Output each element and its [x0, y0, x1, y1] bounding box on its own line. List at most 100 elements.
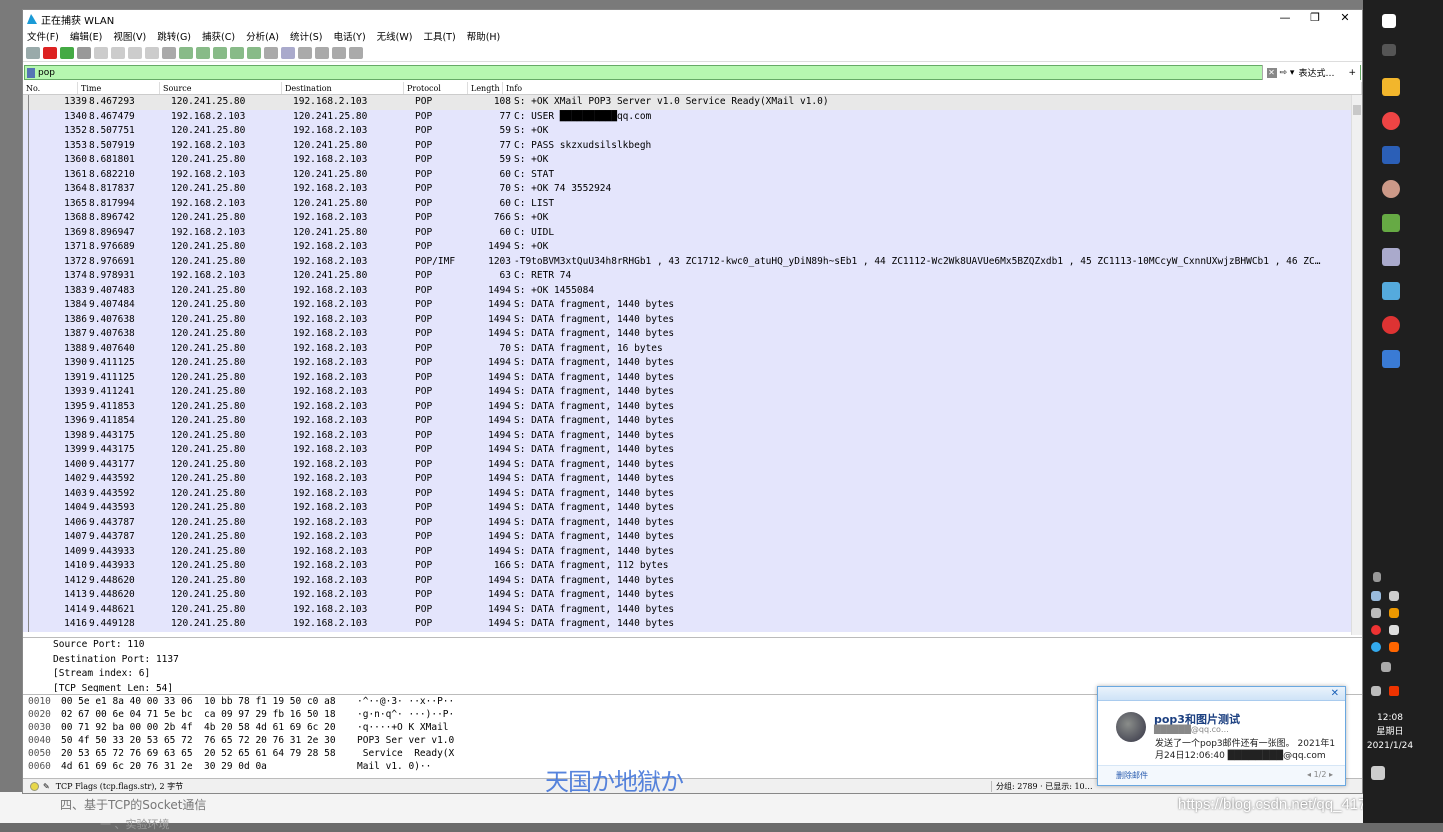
menu-tools[interactable]: 工具(T) [423, 29, 455, 43]
mail-notification[interactable]: ✕ pop3和图片测试 ██████@qq.co… 发送了一个pop3邮件还有一… [1097, 686, 1346, 786]
clock-time[interactable]: 12:08 [1363, 712, 1417, 725]
tray-plus-icon[interactable] [1371, 686, 1381, 696]
menu-statistics[interactable]: 统计(S) [290, 29, 322, 43]
hex-ascii[interactable]: ·^··@·3· ··x··P·· [357, 695, 477, 708]
packet-row[interactable]: 1393 9.411241 120.241.25.80 192.168.2.103 PO… [23, 385, 1362, 400]
col-length[interactable]: Length [468, 82, 503, 94]
zoom-in-icon[interactable] [298, 46, 312, 59]
colorize-icon[interactable] [281, 46, 295, 59]
notification-body[interactable]: 发送了一个pop3邮件还有一张图。 2021年1月24日12:06:40 ███… [1155, 738, 1340, 762]
display-filter-bar[interactable]: pop ✕ ⇨ ▾ 表达式… + [24, 65, 1361, 80]
hex-bytes[interactable]: 4d 61 69 6c 20 76 31 2e 30 29 0d 0a [61, 760, 357, 773]
tray-sogou-icon[interactable] [1389, 686, 1399, 696]
detail-line[interactable]: Destination Port: 1137 [23, 653, 1362, 668]
detail-line[interactable]: Source Port: 110 [23, 638, 1362, 653]
packet-row[interactable]: 1388 9.407640 120.241.25.80 192.168.2.103 PO… [23, 341, 1362, 356]
tray-volume-icon[interactable] [1389, 625, 1399, 635]
clear-filter-icon[interactable]: ✕ [1266, 67, 1277, 78]
zoom-out-icon[interactable] [315, 46, 329, 59]
chrome-icon[interactable] [1382, 112, 1400, 130]
normal-size-icon[interactable] [332, 46, 346, 59]
hex-ascii[interactable]: Service Ready(X [357, 747, 477, 760]
scroll-thumb[interactable] [1353, 105, 1361, 115]
packet-row[interactable]: 1371 8.976689 120.241.25.80 192.168.2.103 PO… [23, 240, 1362, 255]
hex-ascii[interactable]: ·g·n·q^· ···)··P· [357, 708, 477, 721]
tray-battery-icon[interactable] [1389, 591, 1399, 601]
tray-pen-icon[interactable] [1381, 662, 1391, 672]
packet-list-scrollbar[interactable] [1351, 95, 1362, 635]
start-capture-icon[interactable] [26, 46, 40, 59]
stop-capture-icon[interactable] [43, 46, 57, 59]
packet-row[interactable]: 1402 9.443592 120.241.25.80 192.168.2.103 PO… [23, 472, 1362, 487]
packet-row[interactable]: 1412 9.448620 120.241.25.80 192.168.2.103 PO… [23, 573, 1362, 588]
col-destination[interactable]: Destination [282, 82, 404, 94]
packet-row[interactable]: 1339 8.467293 120.241.25.80 192.168.2.103 PO… [23, 95, 1362, 110]
menu-telephony[interactable]: 电话(Y) [333, 29, 365, 43]
word-icon[interactable] [1382, 146, 1400, 164]
hex-bytes[interactable]: 00 71 92 ba 00 00 2b 4f 4b 20 58 4d 61 6… [61, 721, 357, 734]
find-packet-icon[interactable] [162, 46, 176, 59]
menu-analyze[interactable]: 分析(A) [246, 29, 279, 43]
app-notebook-icon[interactable] [1382, 282, 1400, 300]
packet-row[interactable]: 1390 9.411125 120.241.25.80 192.168.2.103 PO… [23, 356, 1362, 371]
col-time[interactable]: Time [78, 82, 160, 94]
add-filter-button[interactable]: + [1348, 68, 1356, 78]
tray-search-icon[interactable] [1389, 642, 1399, 652]
tray-weibo-icon[interactable] [1371, 625, 1381, 635]
packet-row[interactable]: 1398 9.443175 120.241.25.80 192.168.2.103 PO… [23, 428, 1362, 443]
packet-row[interactable]: 1395 9.411853 120.241.25.80 192.168.2.103 PO… [23, 399, 1362, 414]
hex-bytes[interactable]: 00 5e e1 8a 40 00 33 06 10 bb 78 f1 19 5… [61, 695, 357, 708]
col-source[interactable]: Source [160, 82, 282, 94]
hex-bytes[interactable]: 02 67 00 6e 04 71 5e bc ca 09 97 29 fb 1… [61, 708, 357, 721]
packet-row[interactable]: 1360 8.681801 120.241.25.80 192.168.2.103 PO… [23, 153, 1362, 168]
notification-close-button[interactable]: ✕ [1331, 688, 1339, 699]
menu-edit[interactable]: 编辑(E) [70, 29, 102, 43]
packet-row[interactable]: 1399 9.443175 120.241.25.80 192.168.2.103 PO… [23, 443, 1362, 458]
packet-row[interactable]: 1383 9.407483 120.241.25.80 192.168.2.103 PO… [23, 283, 1362, 298]
app-monitor-icon[interactable] [1382, 248, 1400, 266]
notification-center-icon[interactable] [1371, 766, 1385, 780]
save-file-icon[interactable] [111, 46, 125, 59]
packet-row[interactable]: 1404 9.443593 120.241.25.80 192.168.2.103 PO… [23, 501, 1362, 516]
packet-row[interactable]: 1352 8.507751 120.241.25.80 192.168.2.103 PO… [23, 124, 1362, 139]
delete-mail-link[interactable]: 删除邮件 [1116, 770, 1148, 781]
packet-row[interactable]: 1409 9.443933 120.241.25.80 192.168.2.103 PO… [23, 544, 1362, 559]
packet-row[interactable]: 1386 9.407638 120.241.25.80 192.168.2.103 PO… [23, 312, 1362, 327]
col-no[interactable]: No. [23, 82, 78, 94]
bookmark-icon[interactable] [27, 67, 35, 78]
file-explorer-icon[interactable] [1382, 78, 1400, 96]
packet-row[interactable]: 1414 9.448621 120.241.25.80 192.168.2.103 PO… [23, 602, 1362, 617]
packet-row[interactable]: 1396 9.411854 120.241.25.80 192.168.2.103 PO… [23, 414, 1362, 429]
capture-options-icon[interactable] [77, 46, 91, 59]
menu-help[interactable]: 帮助(H) [467, 29, 501, 43]
restart-capture-icon[interactable] [60, 46, 74, 59]
start-windows-icon[interactable] [1382, 14, 1396, 28]
packet-row[interactable]: 1374 8.978931 192.168.2.103 120.241.25.80 PO… [23, 269, 1362, 284]
tray-wifi-icon[interactable] [1371, 608, 1381, 618]
tray-qq-icon[interactable] [1389, 608, 1399, 618]
tray-check-icon[interactable] [1371, 642, 1381, 652]
packet-row[interactable]: 1372 8.976691 120.241.25.80 192.168.2.103 PO… [23, 254, 1362, 269]
tray-steam-icon[interactable] [1371, 591, 1381, 601]
reload-icon[interactable] [145, 46, 159, 59]
packet-row[interactable]: 1353 8.507919 192.168.2.103 120.241.25.80 PO… [23, 138, 1362, 153]
menu-wireless[interactable]: 无线(W) [377, 29, 413, 43]
task-view-icon[interactable] [1382, 44, 1396, 56]
wireshark-taskbar-icon[interactable] [1382, 350, 1400, 368]
last-packet-icon[interactable] [247, 46, 261, 59]
go-to-packet-icon[interactable] [213, 46, 227, 59]
packet-row[interactable]: 1368 8.896742 120.241.25.80 192.168.2.103 PO… [23, 211, 1362, 226]
col-info[interactable]: Info [503, 82, 1362, 94]
minimize-button[interactable]: — [1270, 10, 1300, 28]
packet-row[interactable]: 1407 9.443787 120.241.25.80 192.168.2.103 PO… [23, 530, 1362, 545]
expert-info-icon[interactable] [30, 781, 39, 791]
go-back-icon[interactable] [179, 46, 193, 59]
hex-bytes[interactable]: 50 4f 50 33 20 53 65 72 76 65 72 20 76 3… [61, 734, 357, 747]
packet-row[interactable]: 1391 9.411125 120.241.25.80 192.168.2.103 PO… [23, 370, 1362, 385]
packet-row[interactable]: 1364 8.817837 120.241.25.80 192.168.2.103 PO… [23, 182, 1362, 197]
menu-go[interactable]: 跳转(G) [157, 29, 191, 43]
close-file-icon[interactable] [128, 46, 142, 59]
packet-row[interactable]: 1406 9.443787 120.241.25.80 192.168.2.103 PO… [23, 515, 1362, 530]
menu-view[interactable]: 视图(V) [113, 29, 146, 43]
expression-button[interactable]: 表达式… [1298, 66, 1334, 79]
